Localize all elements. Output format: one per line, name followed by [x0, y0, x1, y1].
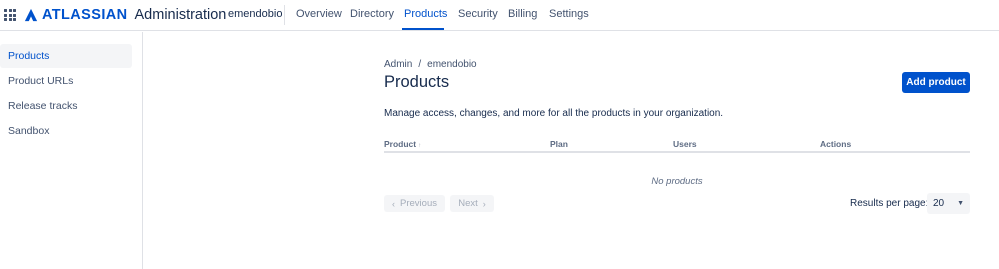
results-per-page-label: Results per page:: [850, 198, 929, 209]
atlassian-logo-icon: [24, 8, 38, 22]
sidebar-item-label: Product URLs: [8, 75, 74, 87]
add-product-button[interactable]: Add product: [902, 72, 970, 93]
tab-products[interactable]: Products: [404, 8, 447, 20]
active-tab-indicator: [402, 28, 444, 30]
breadcrumb: Admin / emendobio: [384, 59, 477, 70]
column-header-plan: Plan: [550, 139, 568, 149]
chevron-down-icon: ▼: [957, 200, 964, 207]
tab-security[interactable]: Security: [458, 8, 498, 20]
page-title: Products: [384, 73, 450, 91]
sidebar-item-sandbox[interactable]: Sandbox: [0, 119, 132, 143]
sidebar-item-label: Products: [8, 50, 50, 62]
empty-state-message: No products: [651, 176, 703, 187]
sidebar-item-products[interactable]: Products: [0, 44, 132, 68]
chevron-right-icon: ›: [482, 198, 486, 209]
column-header-product[interactable]: Product ↑: [384, 139, 421, 149]
org-name[interactable]: emendobio: [228, 8, 282, 20]
products-table-header: Product ↑ Plan Users Actions: [384, 138, 970, 153]
grid-icon[interactable]: [4, 9, 16, 21]
tab-settings[interactable]: Settings: [549, 8, 589, 20]
previous-label: Previous: [400, 198, 437, 209]
next-label: Next: [458, 198, 478, 209]
nav-divider: [284, 5, 285, 25]
results-per-page-select[interactable]: 20 ▼: [927, 193, 970, 214]
tab-overview[interactable]: Overview: [296, 8, 342, 20]
page-description: Manage access, changes, and more for all…: [384, 108, 724, 119]
results-per-page-value: 20: [933, 198, 945, 209]
sidebar: Products Product URLs Release tracks San…: [0, 32, 143, 269]
breadcrumb-org[interactable]: emendobio: [427, 59, 476, 70]
previous-page-button[interactable]: ‹ Previous: [384, 195, 445, 212]
sort-arrow-icon: ↑: [418, 143, 422, 149]
column-header-actions: Actions: [820, 139, 852, 149]
sidebar-item-label: Sandbox: [8, 125, 50, 137]
brand-name: ATLASSIAN: [42, 7, 128, 23]
breadcrumb-separator: /: [418, 59, 422, 70]
product-name: Administration: [134, 7, 227, 23]
tab-directory[interactable]: Directory: [350, 8, 394, 20]
top-navigation: ATLASSIAN Administration emendobio Overv…: [0, 0, 999, 31]
column-header-users: Users: [673, 139, 697, 149]
breadcrumb-admin[interactable]: Admin: [384, 59, 412, 70]
sidebar-item-label: Release tracks: [8, 100, 78, 112]
column-header-label: Product: [384, 139, 417, 149]
sidebar-item-release-tracks[interactable]: Release tracks: [0, 94, 132, 118]
chevron-left-icon: ‹: [392, 198, 396, 209]
next-page-button[interactable]: Next ›: [450, 195, 494, 212]
sidebar-item-product-urls[interactable]: Product URLs: [0, 69, 132, 93]
tab-billing[interactable]: Billing: [508, 8, 537, 20]
atlassian-logo[interactable]: ATLASSIAN Administration: [24, 5, 226, 25]
